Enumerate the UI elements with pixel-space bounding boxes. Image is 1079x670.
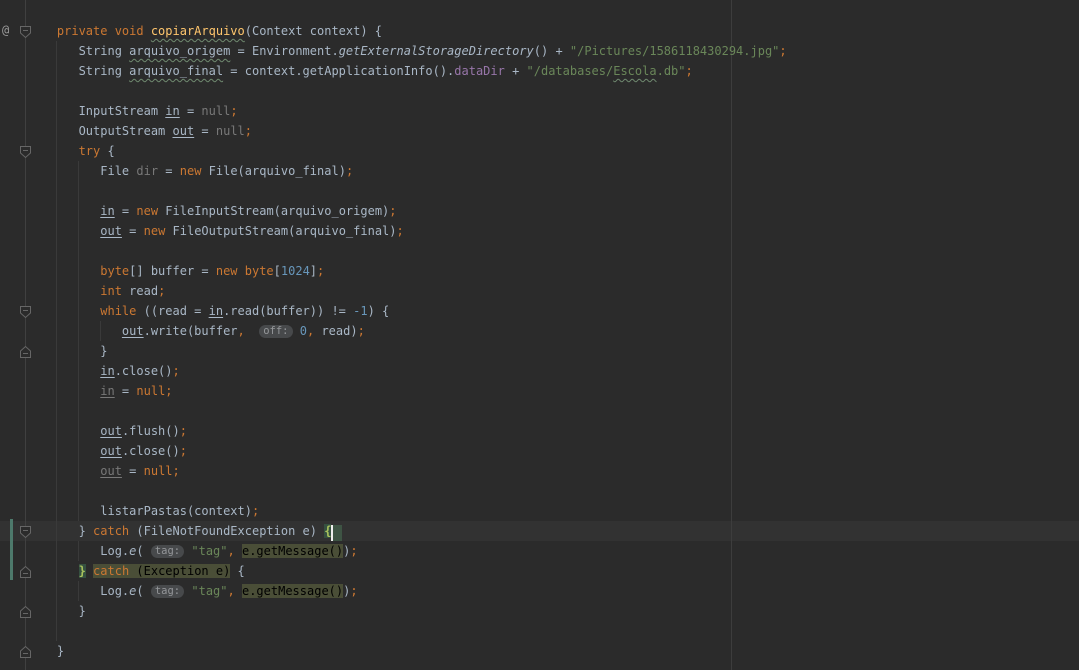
code-line[interactable]: String arquivo_final = context.getApplic… xyxy=(0,61,787,81)
code-line[interactable] xyxy=(0,241,787,261)
code-line[interactable]: } catch (FileNotFoundException e) { xyxy=(0,521,787,541)
code-line[interactable]: InputStream in = null; xyxy=(0,101,787,121)
code-line[interactable]: File dir = new File(arquivo_final); xyxy=(0,161,787,181)
code-line[interactable]: while ((read = in.read(buffer)) != -1) { xyxy=(0,301,787,321)
code-line[interactable]: out = new FileOutputStream(arquivo_final… xyxy=(0,221,787,241)
code-line[interactable]: out.close(); xyxy=(0,441,787,461)
code-line[interactable]: Log.e( tag: "tag", e.getMessage()); xyxy=(0,541,787,561)
code-line[interactable]: listarPastas(context); xyxy=(0,501,787,521)
code-line[interactable] xyxy=(0,481,787,501)
code-line[interactable]: } xyxy=(0,601,787,621)
code-line[interactable]: } xyxy=(0,341,787,361)
code-editor: @ private void copiarArquivo(Context con… xyxy=(0,0,1079,670)
code-line[interactable]: out = null; xyxy=(0,461,787,481)
code-line[interactable]: Log.e( tag: "tag", e.getMessage()); xyxy=(0,581,787,601)
code-line[interactable]: int read; xyxy=(0,281,787,301)
code-line[interactable]: try { xyxy=(0,141,787,161)
code-line[interactable]: } catch (Exception e) { xyxy=(0,561,787,581)
code-line[interactable] xyxy=(0,81,787,101)
code-line[interactable]: private void copiarArquivo(Context conte… xyxy=(0,21,787,41)
code-line[interactable] xyxy=(0,181,787,201)
brace-match-box xyxy=(333,525,343,541)
code-line[interactable]: out.flush(); xyxy=(0,421,787,441)
code-line[interactable]: OutputStream out = null; xyxy=(0,121,787,141)
code-line[interactable]: byte[] buffer = new byte[1024]; xyxy=(0,261,787,281)
code-line[interactable]: in = null; xyxy=(0,381,787,401)
code-area[interactable]: private void copiarArquivo(Context conte… xyxy=(0,21,787,661)
code-line[interactable]: in = new FileInputStream(arquivo_origem)… xyxy=(0,201,787,221)
code-line[interactable]: } xyxy=(0,641,787,661)
code-line[interactable]: out.write(buffer, off: 0, read); xyxy=(0,321,787,341)
code-line[interactable] xyxy=(0,401,787,421)
code-line[interactable] xyxy=(0,621,787,641)
code-line[interactable]: in.close(); xyxy=(0,361,787,381)
code-line[interactable]: String arquivo_origem = Environment.getE… xyxy=(0,41,787,61)
